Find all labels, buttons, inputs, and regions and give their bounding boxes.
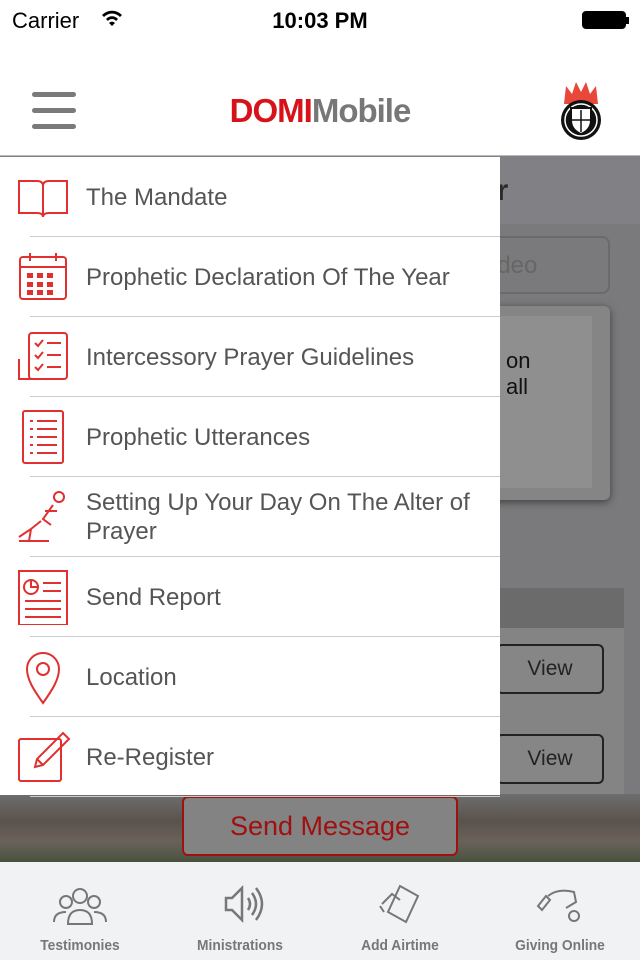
drawer-item-label: Prophetic Declaration Of The Year	[86, 263, 450, 291]
nav-bar: DOMIMobile	[0, 40, 640, 156]
tab-ministrations[interactable]: Ministrations	[160, 862, 320, 960]
location-pin-icon	[0, 637, 86, 717]
list-document-icon	[0, 397, 86, 477]
tab-testimonies[interactable]: Testimonies	[0, 862, 160, 960]
drawer-item-intercessory-prayer[interactable]: Intercessory Prayer Guidelines	[0, 317, 500, 397]
send-message-button[interactable]: Send Message	[182, 796, 458, 856]
card-text-line: all	[506, 374, 529, 399]
edit-icon	[0, 717, 86, 797]
side-drawer: The Mandate Prophetic Declaration Of The…	[0, 157, 500, 797]
tab-add-airtime[interactable]: Add Airtime	[320, 862, 480, 960]
drawer-item-re-register[interactable]: Re-Register	[0, 717, 500, 797]
giving-hand-icon	[536, 889, 580, 922]
tab-label: Add Airtime	[361, 937, 439, 954]
tab-label: Ministrations	[197, 937, 283, 954]
card-text-line: on	[506, 348, 531, 373]
view-button[interactable]: View	[496, 644, 604, 694]
people-icon	[53, 888, 107, 925]
drawer-item-label: Prophetic Utterances	[86, 423, 311, 451]
drawer-item-label: Intercessory Prayer Guidelines	[86, 343, 415, 371]
drawer-item-send-report[interactable]: Send Report	[0, 557, 500, 637]
book-icon	[0, 157, 86, 237]
phone-card-icon	[379, 884, 420, 924]
app-logo: DOMIMobile	[229, 92, 412, 129]
tab-bar: Testimonies Ministrations Add Airtime Gi…	[0, 862, 640, 960]
clock: 10:03 PM	[272, 8, 368, 33]
view-button[interactable]: View	[496, 734, 604, 784]
tab-giving-online[interactable]: Giving Online	[480, 862, 640, 960]
calendar-icon	[0, 237, 86, 317]
status-bar: Carrier 10:03 PM	[0, 0, 640, 40]
drawer-item-prophetic-utterances[interactable]: Prophetic Utterances	[0, 397, 500, 477]
drawer-item-label: Location	[86, 663, 177, 691]
church-emblem-icon	[561, 82, 601, 140]
kneeling-prayer-icon	[0, 477, 86, 557]
drawer-item-label: The Mandate	[86, 183, 228, 211]
drawer-item-label: Setting Up Your Day On The Alter of Pray…	[86, 489, 470, 545]
battery-icon	[582, 11, 629, 29]
report-icon	[0, 557, 86, 637]
tab-label: Testimonies	[40, 937, 120, 954]
drawer-item-prophetic-declaration[interactable]: Prophetic Declaration Of The Year	[0, 237, 500, 317]
drawer-item-location[interactable]: Location	[0, 637, 500, 717]
speaker-icon	[224, 884, 264, 924]
checklist-icon	[0, 317, 86, 397]
drawer-item-label: Re-Register	[86, 743, 215, 771]
drawer-item-setting-up-day[interactable]: Setting Up Your Day On The Alter of Pray…	[0, 477, 500, 557]
drawer-item-mandate[interactable]: The Mandate	[0, 157, 500, 237]
drawer-item-label: Send Report	[86, 583, 221, 611]
tab-label: Giving Online	[515, 937, 605, 954]
